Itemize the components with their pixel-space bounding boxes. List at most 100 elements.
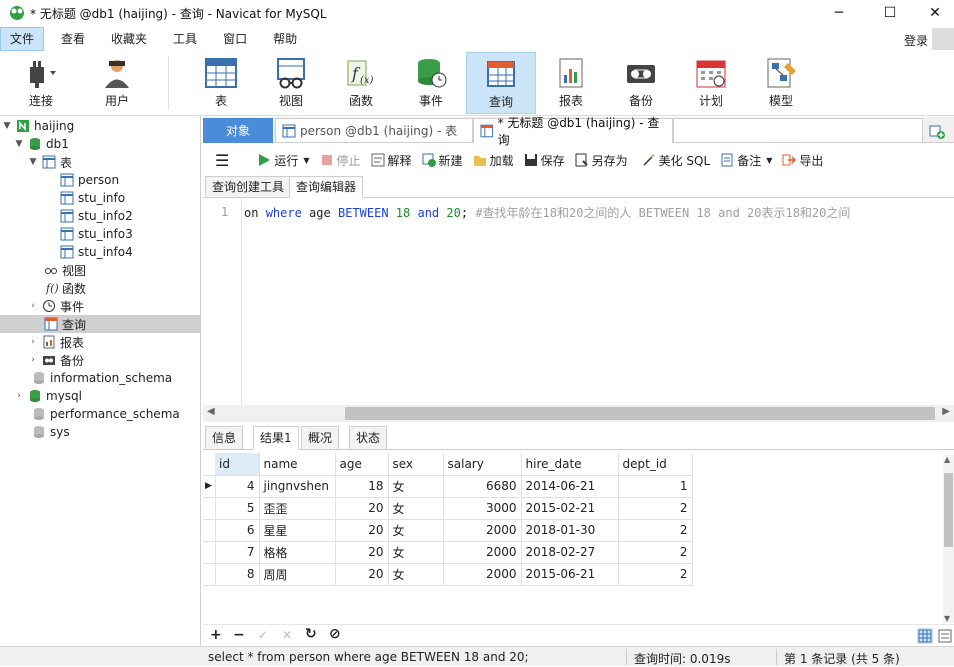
dropdown-arrow-icon[interactable]: ▼ xyxy=(766,156,772,165)
chevron-down-icon[interactable]: ▼ xyxy=(2,121,12,131)
event-button[interactable]: 事件 xyxy=(396,52,466,114)
editor-horizontal-scrollbar[interactable]: ◀ ▶ xyxy=(203,405,954,422)
tree-table-stu-info2[interactable]: stu_info2 xyxy=(56,207,133,225)
chevron-right-icon[interactable]: › xyxy=(14,391,24,401)
tree-db-db1[interactable]: ▼ db1 xyxy=(14,135,69,153)
grid-vertical-scrollbar[interactable]: ▲ ▼ xyxy=(943,455,954,623)
column-header[interactable]: dept_id xyxy=(618,453,693,476)
table-row[interactable]: 6 星星 20 女 2000 2018-01-30 2 xyxy=(203,519,693,542)
column-header[interactable]: salary xyxy=(443,453,522,476)
table-cell[interactable]: 歪歪 xyxy=(259,497,336,520)
scroll-right-icon[interactable]: ▶ xyxy=(942,406,950,417)
tree-folder-views[interactable]: 视图 xyxy=(40,261,86,279)
tab-result1[interactable]: 结果1 xyxy=(253,426,299,450)
menu-view[interactable]: 查看 xyxy=(52,27,94,51)
table-cell[interactable]: 3000 xyxy=(443,497,522,520)
sql-editor[interactable]: 1 on where age BETWEEN 18 and 20; #查找年龄在… xyxy=(203,199,954,405)
table-cell[interactable]: 2 xyxy=(618,541,693,564)
dropdown-arrow-icon[interactable]: ▼ xyxy=(303,156,309,165)
table-cell[interactable]: 2 xyxy=(618,563,693,586)
table-cell[interactable]: 周周 xyxy=(259,563,336,586)
table-cell[interactable]: 2000 xyxy=(443,541,522,564)
tab-person-table[interactable]: person @db1 (haijing) - 表 xyxy=(275,118,473,143)
tab-status[interactable]: 状态 xyxy=(349,426,388,450)
backup-button[interactable]: 备份 xyxy=(606,52,676,114)
column-header[interactable]: hire_date xyxy=(521,453,619,476)
table-row[interactable]: 8 周周 20 女 2000 2015-06-21 2 xyxy=(203,563,693,586)
table-cell[interactable]: 2018-02-27 xyxy=(521,541,619,564)
tab-message[interactable]: 信息 xyxy=(205,426,244,450)
table-cell[interactable]: 20 xyxy=(335,563,389,586)
chevron-down-icon[interactable]: ▼ xyxy=(28,157,38,167)
table-cell[interactable]: 18 xyxy=(335,475,389,498)
table-cell[interactable]: jingnvshen xyxy=(259,475,336,498)
table-cell[interactable]: 20 xyxy=(335,497,389,520)
table-cell[interactable]: 女 xyxy=(388,475,444,498)
scrollbar-thumb[interactable] xyxy=(345,407,935,420)
model-button[interactable]: 模型 xyxy=(746,52,816,114)
tab-objects[interactable]: 对象 xyxy=(203,118,273,143)
load-button[interactable]: 加载 xyxy=(473,152,514,169)
tree-connection-haijing[interactable]: ▼ haijing xyxy=(2,117,75,135)
new-button[interactable]: 新建 xyxy=(422,152,463,169)
tree-folder-reports[interactable]: › 报表 xyxy=(28,333,84,351)
beautify-sql-button[interactable]: 美化 SQL xyxy=(642,152,710,169)
grid-view-icon[interactable] xyxy=(917,628,933,644)
scroll-left-icon[interactable]: ◀ xyxy=(207,406,215,417)
tab-query[interactable]: * 无标题 @db1 (haijing) - 查询 xyxy=(473,116,673,147)
scroll-up-icon[interactable]: ▲ xyxy=(944,455,950,464)
menu-window[interactable]: 窗口 xyxy=(214,27,256,51)
chevron-right-icon[interactable]: › xyxy=(28,337,38,347)
table-cell[interactable]: 2015-06-21 xyxy=(521,563,619,586)
tree-table-stu-info4[interactable]: stu_info4 xyxy=(56,243,133,261)
scroll-down-icon[interactable]: ▼ xyxy=(944,614,950,623)
function-button[interactable]: f (x) 函数 xyxy=(326,52,396,114)
tree-db-mysql[interactable]: › mysql xyxy=(14,387,82,405)
scrollbar-thumb[interactable] xyxy=(944,473,953,547)
view-button[interactable]: 视图 xyxy=(256,52,326,114)
table-cell[interactable]: 格格 xyxy=(259,541,336,564)
new-tab-button[interactable] xyxy=(929,118,953,143)
apply-changes-button[interactable]: ✓ xyxy=(258,628,268,642)
tab-query-editor[interactable]: 查询编辑器 xyxy=(289,176,364,198)
column-header[interactable]: id xyxy=(215,453,260,476)
tree-db-performance-schema[interactable]: performance_schema xyxy=(28,405,180,423)
table-row[interactable]: 7 格格 20 女 2000 2018-02-27 2 xyxy=(203,541,693,564)
refresh-button[interactable]: ↻ xyxy=(305,626,317,642)
tree-db-sys[interactable]: sys xyxy=(28,423,70,441)
avatar[interactable] xyxy=(932,28,954,50)
table-cell[interactable]: 2 xyxy=(618,497,693,520)
minimize-button[interactable]: ─ xyxy=(816,0,862,26)
report-button[interactable]: 报表 xyxy=(536,52,606,114)
delete-record-button[interactable]: − xyxy=(233,627,245,643)
table-cell[interactable]: 6 xyxy=(215,519,260,542)
comment-button[interactable]: 备注 ▼ xyxy=(720,152,772,169)
table-cell[interactable]: 2014-06-21 xyxy=(521,475,619,498)
tree-folder-backups[interactable]: › 备份 xyxy=(28,351,84,369)
table-cell[interactable]: 女 xyxy=(388,563,444,586)
chevron-down-icon[interactable]: ▼ xyxy=(14,139,24,149)
add-record-button[interactable]: + xyxy=(210,627,222,643)
save-button[interactable]: 保存 xyxy=(524,152,565,169)
table-cell[interactable]: 2000 xyxy=(443,563,522,586)
export-button[interactable]: 导出 xyxy=(782,152,823,169)
column-header[interactable]: sex xyxy=(388,453,444,476)
menu-tools[interactable]: 工具 xyxy=(164,27,206,51)
table-cell[interactable]: 6680 xyxy=(443,475,522,498)
menu-file[interactable]: 文件 xyxy=(0,27,45,51)
menu-favorites[interactable]: 收藏夹 xyxy=(102,27,156,51)
explain-button[interactable]: 解释 xyxy=(371,152,412,169)
tree-table-stu-info3[interactable]: stu_info3 xyxy=(56,225,133,243)
run-button[interactable]: 运行 ▼ xyxy=(257,152,310,169)
tree-folder-functions[interactable]: f() 函数 xyxy=(40,279,86,297)
save-as-button[interactable]: 另存为 xyxy=(575,152,628,169)
chevron-right-icon[interactable]: › xyxy=(28,301,38,311)
tree-folder-queries[interactable]: 查询 xyxy=(0,315,200,333)
column-header[interactable]: age xyxy=(335,453,389,476)
close-button[interactable]: ✕ xyxy=(912,0,954,26)
connect-button[interactable]: 连接 xyxy=(6,52,76,114)
table-cell[interactable]: 1 xyxy=(618,475,693,498)
table-button[interactable]: 表 xyxy=(186,52,256,114)
tree-table-stu-info[interactable]: stu_info xyxy=(56,189,125,207)
table-cell[interactable]: 7 xyxy=(215,541,260,564)
